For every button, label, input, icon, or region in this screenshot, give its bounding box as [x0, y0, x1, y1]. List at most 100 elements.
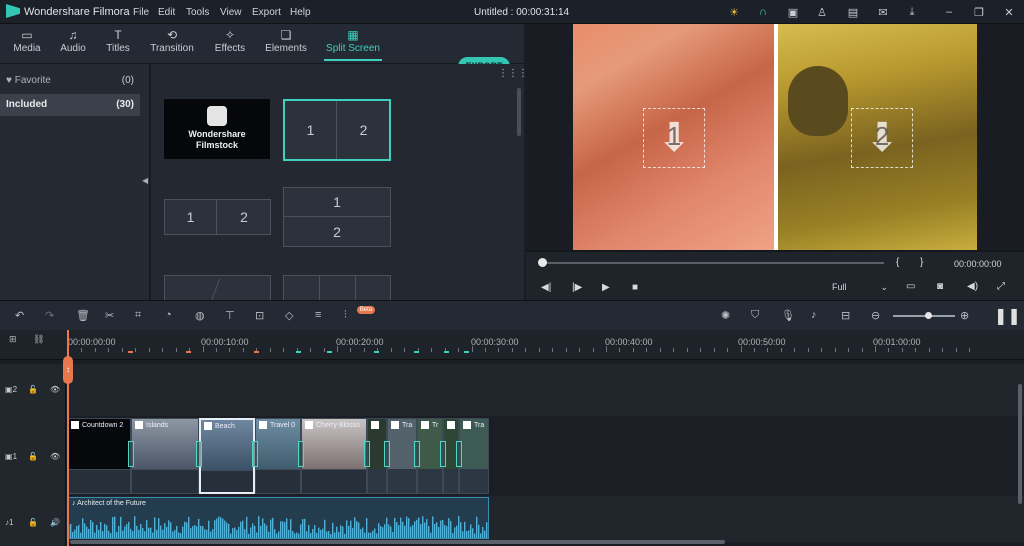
pause-render-icon[interactable]: ❚❚: [994, 306, 1021, 326]
eye-icon[interactable]: 👁: [50, 385, 60, 394]
tab-effects[interactable]: ✧ Effects: [212, 28, 248, 54]
split-template-three[interactable]: [283, 275, 391, 301]
cut-icon[interactable]: ✂: [105, 309, 114, 322]
mail-icon[interactable]: ✉: [876, 5, 890, 19]
stabilize-icon[interactable]: ⊡: [255, 309, 264, 322]
volume-icon[interactable]: ◀): [967, 281, 978, 292]
lock-icon[interactable]: 🔓: [28, 385, 38, 394]
drop-zone-2[interactable]: ⬇ 2: [851, 108, 913, 168]
transition-marker[interactable]: [196, 441, 202, 467]
subtitle-icon[interactable]: ⊟: [841, 309, 850, 322]
zoom-out-icon[interactable]: ⊖: [871, 309, 880, 322]
stop-icon[interactable]: ■: [632, 282, 638, 293]
sidebar-item-included[interactable]: Included (30): [0, 94, 140, 116]
grid-view-icon[interactable]: ⋮⋮⋮: [498, 68, 528, 79]
eye-icon[interactable]: 👁: [50, 452, 60, 461]
transition-marker[interactable]: [456, 441, 462, 467]
drop-zone-1[interactable]: ⬇ 1: [643, 108, 705, 168]
video-clip[interactable]: Cherry Blosso: [301, 418, 367, 494]
collapse-sidebar-icon[interactable]: ◀: [142, 176, 148, 185]
transition-marker[interactable]: [298, 441, 304, 467]
timeline-vertical-scrollbar[interactable]: [1018, 384, 1022, 504]
play-pause-icon[interactable]: |▶: [572, 282, 582, 293]
fullscreen-icon[interactable]: ⤢: [997, 281, 1005, 292]
video-clip[interactable]: Tra: [387, 418, 417, 494]
split-template-stacked-2[interactable]: 1 2: [283, 187, 391, 247]
menu-tools[interactable]: Tools: [186, 7, 209, 18]
menu-edit[interactable]: Edit: [158, 7, 175, 18]
lock-icon[interactable]: 🔓: [28, 452, 38, 461]
prev-frame-icon[interactable]: ◀|: [541, 282, 551, 293]
bulb-icon[interactable]: ☀: [727, 5, 741, 19]
zoom-slider[interactable]: [893, 315, 955, 317]
add-track-icon[interactable]: ⊞: [9, 334, 17, 345]
tab-split-screen[interactable]: ▦ Split Screen: [324, 28, 382, 61]
sidebar-item-favorite[interactable]: ♥ Favorite (0): [0, 70, 140, 92]
video-clip[interactable]: Islands: [131, 418, 199, 494]
split-template-horizontal-cells[interactable]: 1 2: [164, 199, 271, 235]
transition-marker[interactable]: [252, 441, 258, 467]
freeze-frame-icon[interactable]: ⊤: [225, 309, 235, 322]
tab-media[interactable]: ▭ Media: [12, 28, 42, 54]
delete-icon[interactable]: 🗑: [76, 309, 90, 322]
transition-marker[interactable]: [414, 441, 420, 467]
video-clip[interactable]: Countdown 2: [67, 418, 131, 494]
menu-view[interactable]: View: [220, 7, 242, 18]
restore-icon[interactable]: ❐: [972, 5, 986, 19]
tab-titles[interactable]: T Titles: [103, 28, 133, 54]
menu-export[interactable]: Export: [252, 7, 281, 18]
mark-out-button[interactable]: }: [920, 257, 923, 268]
redo-icon[interactable]: ↷: [45, 309, 54, 322]
quality-select[interactable]: Full ⌄: [832, 282, 890, 292]
close-icon[interactable]: ✕: [1002, 5, 1016, 19]
keyframe-icon[interactable]: ◇: [285, 309, 293, 322]
transition-marker[interactable]: [128, 441, 134, 467]
audio-clip[interactable]: ♪ Architect of the Future: [67, 497, 489, 539]
zoom-in-icon[interactable]: ⊕: [960, 309, 969, 322]
speed-icon[interactable]: ◔: [165, 309, 172, 321]
tab-audio[interactable]: ♫ Audio: [58, 28, 88, 54]
video-track-2[interactable]: [0, 364, 1024, 416]
download-icon[interactable]: ⤓: [905, 5, 919, 19]
minimize-icon[interactable]: –: [942, 5, 956, 19]
render-icon[interactable]: ✺: [721, 309, 730, 322]
save-icon[interactable]: ▤: [846, 5, 860, 19]
playhead-handle[interactable]: ↕: [63, 356, 73, 384]
color-icon[interactable]: ◍: [195, 309, 205, 322]
video-clip-selected[interactable]: Beach: [199, 418, 255, 494]
adjust-icon[interactable]: ≡: [315, 309, 321, 321]
video-clip[interactable]: Tra: [459, 418, 489, 494]
mic-icon[interactable]: 🎙: [781, 309, 795, 322]
voiceover-icon[interactable]: ♪: [811, 309, 817, 321]
speaker-icon[interactable]: 🔊: [50, 518, 60, 527]
lock-icon[interactable]: 🔓: [28, 518, 38, 527]
library-scrollbar[interactable]: [517, 88, 521, 136]
transition-marker[interactable]: [384, 441, 390, 467]
crop-icon[interactable]: ⌗: [135, 309, 141, 322]
transition-marker[interactable]: [440, 441, 446, 467]
transition-marker[interactable]: [364, 441, 370, 467]
filmstock-banner[interactable]: Wondershare Filmstock: [164, 99, 270, 159]
headset-icon[interactable]: ∩: [756, 5, 770, 19]
undo-icon[interactable]: ↶: [15, 309, 24, 322]
audio-ducking-icon[interactable]: ⫶: [344, 309, 347, 322]
menu-file[interactable]: File: [133, 7, 149, 18]
account-icon[interactable]: ♙: [815, 5, 829, 19]
video-clip[interactable]: Travel 0: [255, 418, 301, 494]
split-template-diagonal[interactable]: [164, 275, 271, 302]
seek-handle[interactable]: [538, 258, 547, 267]
seek-bar[interactable]: [542, 262, 884, 264]
monitor-icon[interactable]: ▭: [906, 281, 915, 292]
split-template-vertical-2[interactable]: 1 2: [283, 99, 391, 161]
play-icon[interactable]: ▶: [602, 282, 610, 293]
tab-transition[interactable]: ⟲ Transition: [150, 28, 194, 54]
gift-icon[interactable]: ▣: [786, 5, 800, 19]
menu-help[interactable]: Help: [290, 7, 311, 18]
timeline-horizontal-scrollbar[interactable]: [70, 540, 725, 544]
marker-icon[interactable]: ⛉: [751, 309, 759, 322]
zoom-slider-handle[interactable]: [925, 312, 932, 319]
link-icon[interactable]: ⛓: [33, 334, 44, 345]
tab-elements[interactable]: ❏ Elements: [264, 28, 308, 54]
mark-in-button[interactable]: {: [896, 257, 899, 268]
snapshot-icon[interactable]: ◙: [937, 281, 943, 292]
